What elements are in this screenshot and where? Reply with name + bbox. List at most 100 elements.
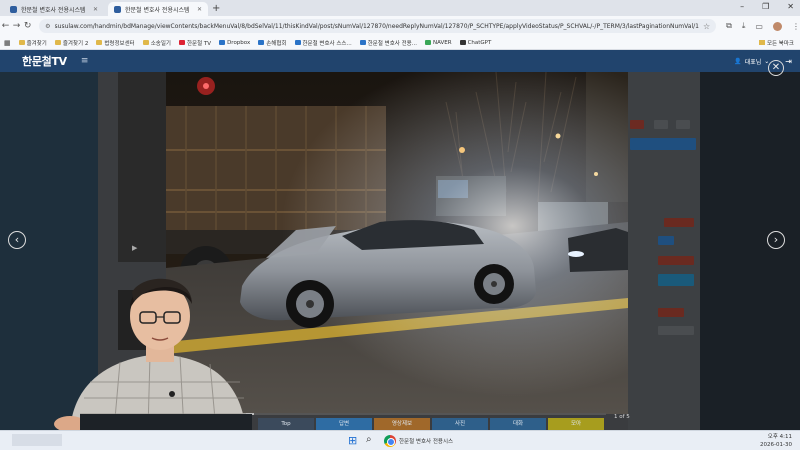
previous-image-button[interactable]: ‹ <box>8 231 26 249</box>
dropbox-icon <box>219 40 226 45</box>
clock-time: 오후 4:11 <box>767 434 792 440</box>
app-header: 한문철TV ≡ 👤 대표님 ⌄ ⇥ <box>0 50 800 72</box>
form-button[interactable] <box>676 120 690 129</box>
bookmark-item[interactable]: 법령정보센터 <box>96 39 135 47</box>
close-window-button[interactable]: ✕ <box>787 2 794 11</box>
tab-video-report[interactable]: 영상제보 <box>374 418 430 430</box>
url-field[interactable]: ⚙ susulaw.com/handmin/bdManage/viewConte… <box>39 19 717 33</box>
tab-photo[interactable]: 사진 <box>432 418 488 430</box>
chatgpt-icon <box>459 40 466 45</box>
bookmark-item[interactable]: 즐겨찾기 2 <box>54 39 89 47</box>
bookmark-item[interactable]: NAVER <box>424 40 452 46</box>
clock-date: 2026-01-30 <box>760 442 792 448</box>
next-image-button[interactable]: › <box>767 231 785 249</box>
tab-chat[interactable]: 대화 <box>490 418 546 430</box>
windows-start-icon[interactable]: ⊞ <box>348 434 357 447</box>
all-bookmarks[interactable]: 모든 북마크 <box>758 39 794 47</box>
logout-icon[interactable]: ⇥ <box>785 57 792 66</box>
image-counter: 1 of 5 <box>614 414 630 420</box>
site-favicon-icon <box>10 5 17 13</box>
presenter-figure <box>54 278 252 432</box>
form-button[interactable] <box>658 274 694 286</box>
folder-icon <box>96 40 103 45</box>
tab-reply[interactable]: 답변 <box>316 418 372 430</box>
os-taskbar: ⊞ ⌕ 한문철 변호사 전용시스 오후 4:11 2026-01-30 <box>0 430 800 450</box>
bookmarks-bar: ▦ 즐겨찾기 즐겨찾기 2 법령정보센터 소송일기 한문철 TV Dropbox… <box>0 36 800 50</box>
close-tab-icon[interactable]: ✕ <box>197 6 202 13</box>
apps-grid-icon[interactable]: ▦ <box>4 39 11 47</box>
taskbar-search-icon[interactable]: ⌕ <box>366 434 372 445</box>
form-button[interactable] <box>658 236 674 245</box>
user-menu[interactable]: 👤 대표님 ⌄ <box>734 57 769 66</box>
bookmark-item[interactable]: 한문철 변호사 전용... <box>359 39 417 47</box>
site-logo[interactable]: 한문철TV <box>22 53 67 69</box>
back-arrow-icon[interactable]: ← <box>0 21 11 31</box>
browser-tabbar: 한문철 변호사 전용시스템 ✕ 한문철 변호사 전용시스템 ✕ + – ❐ ✕ <box>0 0 800 16</box>
youtube-icon <box>179 40 185 45</box>
user-icon: 👤 <box>734 57 742 65</box>
side-form-dimmed <box>628 72 700 430</box>
folder-icon <box>758 40 765 45</box>
form-button[interactable] <box>658 308 684 317</box>
tab-collect[interactable]: 모아 <box>548 418 604 430</box>
browser-tab[interactable]: 한문철 변호사 전용시스템 ✕ <box>4 2 104 16</box>
forward-arrow-icon[interactable]: → <box>11 21 22 31</box>
form-button[interactable] <box>630 120 644 129</box>
bookmark-item[interactable]: 소송일기 <box>142 39 171 47</box>
bookmark-item[interactable]: Dropbox <box>219 40 250 46</box>
bookmark-label: ChatGPT <box>467 39 492 46</box>
bookmark-item[interactable]: 손해협회 <box>258 39 287 47</box>
bookmark-label: 한문철 변호사 스스... <box>302 40 352 47</box>
profile-avatar[interactable] <box>772 21 782 31</box>
chrome-taskbar-icon[interactable] <box>384 435 396 447</box>
tab-title: 한문철 변호사 전용시스템 <box>21 6 86 14</box>
new-tab-button[interactable]: + <box>212 2 220 16</box>
form-select[interactable] <box>658 256 694 265</box>
address-bar-row: ← → ↻ ⚙ susulaw.com/handmin/bdManage/vie… <box>0 16 800 36</box>
tab-title: 한문철 변호사 전용시스템 <box>125 6 190 14</box>
taskbar-clock[interactable]: 오후 4:11 2026-01-30 <box>760 433 792 449</box>
bookmark-star-icon[interactable]: ☆ <box>703 22 710 31</box>
page-icon <box>359 40 366 45</box>
bookmark-label: Dropbox <box>227 39 251 46</box>
bookmark-label: 법령정보센터 <box>104 40 135 47</box>
lightbox-close-button[interactable]: ✕ <box>768 60 784 76</box>
user-name: 대표님 <box>744 58 762 66</box>
form-select[interactable] <box>664 218 694 227</box>
form-button[interactable] <box>630 138 696 150</box>
right-margin-dimmed <box>700 72 800 430</box>
bookmark-label: 즐겨찾기 2 <box>62 40 89 47</box>
url-text: susulaw.com/handmin/bdManage/viewContent… <box>54 22 699 30</box>
minimize-button[interactable]: – <box>740 2 744 11</box>
naver-icon <box>424 40 431 45</box>
form-button[interactable] <box>654 120 668 129</box>
bookmark-item[interactable]: 한문철 TV <box>179 39 211 47</box>
play-icon[interactable]: ▶ <box>132 244 137 252</box>
hamburger-menu-icon[interactable]: ≡ <box>81 56 89 66</box>
bookmark-label: 소송일기 <box>150 40 171 47</box>
close-tab-icon[interactable]: ✕ <box>93 6 98 13</box>
download-icon[interactable]: ⤓ <box>742 21 746 31</box>
folder-icon <box>54 40 61 45</box>
bookmark-label: 한문철 변호사 전용... <box>367 40 417 47</box>
taskbar-widget[interactable] <box>12 434 62 446</box>
reload-icon[interactable]: ↻ <box>22 21 33 31</box>
menu-icon[interactable]: ⋮ <box>792 22 800 31</box>
bookmark-label: 한문철 TV <box>187 40 212 47</box>
site-info-icon[interactable]: ⚙ <box>45 23 50 30</box>
content-bottom-tabs: Top 답변 영상제보 사진 대화 모아 <box>258 418 604 430</box>
form-field[interactable] <box>658 326 694 335</box>
folder-icon <box>142 40 149 45</box>
split-view-icon[interactable]: ▭ <box>755 22 763 31</box>
extensions-icon[interactable]: ⧉ <box>726 21 732 31</box>
page-icon <box>258 40 265 45</box>
video-frame-dimmed: ▶ <box>118 72 166 262</box>
browser-tab-active[interactable]: 한문철 변호사 전용시스템 ✕ <box>108 2 208 16</box>
folder-icon <box>18 40 25 45</box>
all-bookmarks-label: 모든 북마크 <box>766 40 794 47</box>
maximize-button[interactable]: ❐ <box>762 2 769 11</box>
bookmark-item[interactable]: 한문철 변호사 스스... <box>294 39 352 47</box>
bookmark-item[interactable]: 즐겨찾기 <box>18 39 47 47</box>
taskbar-app-label[interactable]: 한문철 변호사 전용시스 <box>399 437 453 445</box>
bookmark-item[interactable]: ChatGPT <box>459 39 492 46</box>
